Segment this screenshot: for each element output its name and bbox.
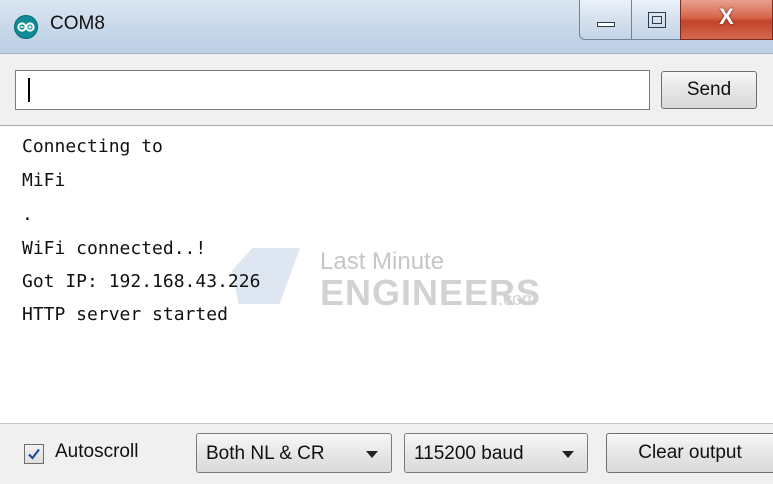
text-caret [28,78,30,102]
send-row: Send [0,54,773,126]
checkmark-icon [28,448,40,460]
baud-rate-select[interactable]: 115200 baud [404,433,588,473]
autoscroll-label: Autoscroll [55,441,139,462]
output-line: Got IP: 192.168.43.226 [22,271,261,292]
output-line: WiFi connected..! [22,238,207,259]
output-line: HTTP server started [22,304,228,325]
send-button[interactable]: Send [661,71,757,109]
close-button[interactable]: X [680,0,773,40]
watermark-suffix: .com [498,289,538,309]
minimize-button[interactable] [579,0,632,40]
output-line: MiFi [22,170,66,191]
close-icon: X [719,4,734,29]
clear-output-button[interactable]: Clear output [606,433,773,473]
output-line: Connecting to [22,136,163,157]
title-bar: COM8 X [0,0,773,54]
maximize-icon [648,12,666,28]
line-ending-value: Both NL & CR [206,443,325,464]
status-bar: Autoscroll Both NL & CR 115200 baud Clea… [0,424,773,484]
autoscroll-checkbox[interactable] [24,444,44,464]
baud-rate-value: 115200 baud [414,443,524,464]
minimize-icon [597,22,615,27]
chevron-down-icon [366,451,378,458]
arduino-infinity-icon [14,15,38,39]
output-line: . [22,204,33,225]
serial-input[interactable] [15,70,650,110]
serial-output[interactable]: Last Minute ENGINEERS .com Connecting to… [0,126,773,424]
window-title: COM8 [50,13,105,34]
chevron-down-icon [562,451,574,458]
window-controls: X [579,0,773,40]
line-ending-select[interactable]: Both NL & CR [196,433,392,473]
maximize-button[interactable] [631,0,681,40]
